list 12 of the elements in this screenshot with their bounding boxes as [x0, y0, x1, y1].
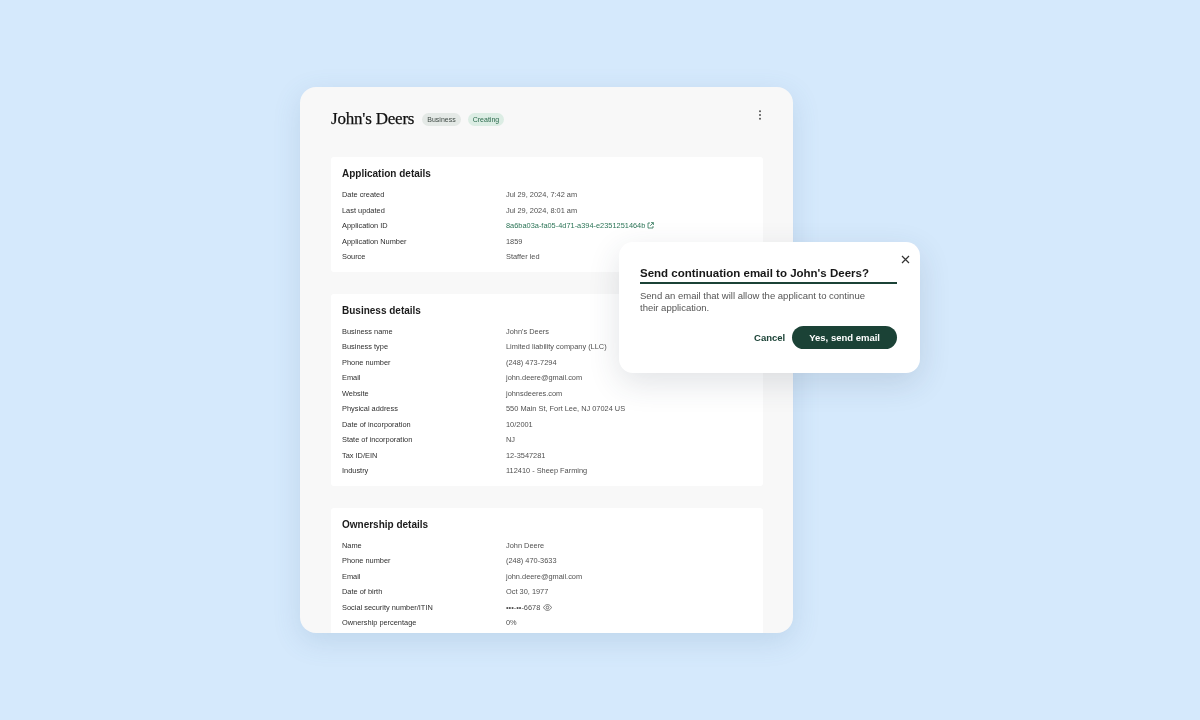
page-title: John's Deers — [331, 109, 415, 129]
card-title: Ownership details — [342, 517, 429, 532]
close-icon[interactable] — [901, 255, 910, 264]
external-link-icon — [647, 222, 655, 230]
send-email-button[interactable]: Yes, send email — [792, 326, 897, 349]
card-title: Business details — [342, 303, 421, 318]
card-title: Application details — [342, 167, 431, 181]
dialog-message: Send an email that will allow the applicant to continue their application. — [640, 290, 866, 314]
more-options-icon[interactable] — [758, 110, 762, 120]
eye-icon[interactable] — [543, 603, 553, 611]
dialog-title: Send continuation email to John's Deers? — [640, 265, 897, 284]
cancel-button[interactable]: Cancel — [754, 326, 786, 349]
